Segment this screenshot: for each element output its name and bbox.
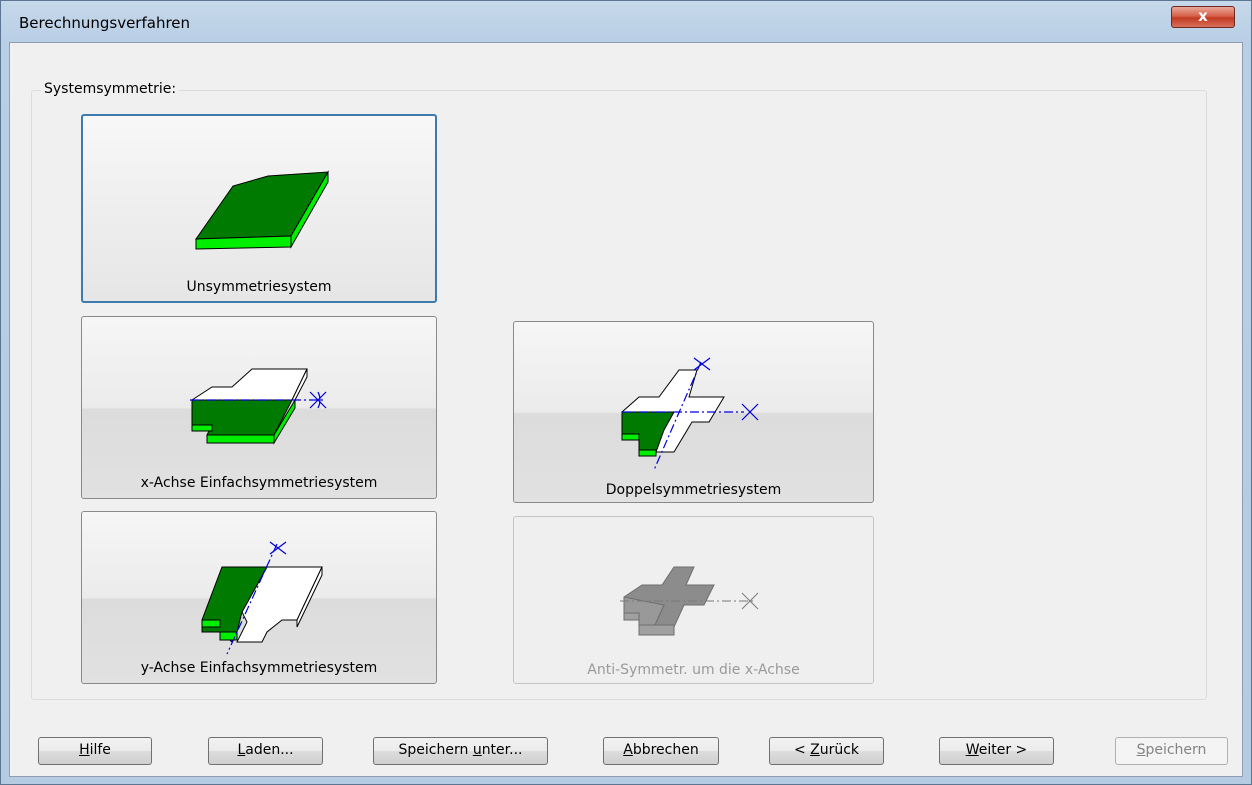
back-button[interactable]: < Zurück [769,737,884,765]
option-label: Doppelsymmetriesystem [605,482,782,498]
cancel-button-label: bbrechen [632,742,699,758]
option-x-achse-einfachsymmetriesystem[interactable]: x-Achse Einfachsymmetriesystem [81,316,437,499]
next-button-label: eiter > [978,742,1028,758]
option-label: Unsymmetriesystem [186,279,332,295]
cancel-button-mnemonic: A [623,742,633,758]
option-label: x-Achse Einfachsymmetriesystem [140,475,378,491]
double-symmetric-cross-icon [621,357,759,471]
save-button: Speichern [1115,737,1228,765]
anti-symmetric-cross-icon [620,566,759,636]
save-as-button-mnemonic: u [472,742,482,758]
help-button[interactable]: Hilfe [38,737,152,765]
back-button-label: urück [819,742,860,758]
next-button-mnemonic: W [965,742,979,758]
load-button-label: aden... [245,742,294,758]
save-as-button[interactable]: Speichern unter... [373,737,548,765]
option-label: Anti-Symmetr. um die x-Achse [587,662,800,678]
save-as-button-label: nter... [481,742,523,758]
symmetry-group-label: Systemsymmetrie: [41,81,180,97]
back-button-prefix: < [793,742,811,758]
option-y-achse-einfachsymmetriesystem[interactable]: y-Achse Einfachsymmetriesystem [81,511,437,684]
option-anti-symmetrie-x-achse: Anti-Symmetr. um die x-Achse [513,516,874,684]
x-axis-symmetric-cross-icon [190,368,327,445]
option-unsymmetriesystem[interactable]: Unsymmetriesystem [81,114,437,303]
save-button-label: peichern [1145,742,1207,758]
window-title: Berechnungsverfahren [19,14,191,32]
save-as-button-prefix: Speichern [398,742,473,758]
close-button[interactable]: x [1171,6,1235,28]
unsymmetric-plate-icon [195,170,329,250]
help-button-label: ilfe [89,742,111,758]
load-button[interactable]: Laden... [208,737,323,765]
cancel-button[interactable]: Abbrechen [603,737,719,765]
dialog-window: Berechnungsverfahren x Systemsymmetrie: … [0,0,1252,785]
option-doppelsymmetriesystem[interactable]: Doppelsymmetriesystem [513,321,874,503]
title-bar[interactable]: Berechnungsverfahren x [1,1,1251,41]
next-button[interactable]: Weiter > [939,737,1054,765]
back-button-mnemonic: Z [810,742,820,758]
option-label: y-Achse Einfachsymmetriesystem [140,660,378,676]
help-button-mnemonic: H [79,742,90,758]
